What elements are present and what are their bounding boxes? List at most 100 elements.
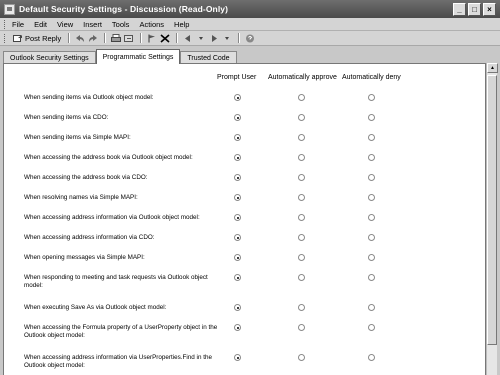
setting-row-label: When sending items via Simple MAPI:: [24, 134, 131, 141]
radio-deny[interactable]: [368, 304, 375, 311]
radio-approve[interactable]: [298, 214, 305, 221]
radio-approve[interactable]: [298, 354, 305, 361]
radio-deny[interactable]: [368, 254, 375, 261]
setting-row-label: When accessing the address book via CDO:: [24, 174, 148, 181]
radio-prompt[interactable]: [234, 94, 241, 101]
forward-icon[interactable]: [87, 33, 98, 43]
setting-row: When opening messages via Simple MAPI:: [24, 254, 484, 262]
radio-approve[interactable]: [298, 134, 305, 141]
setting-row: When accessing address information via C…: [24, 234, 484, 242]
radio-deny[interactable]: [368, 194, 375, 201]
radio-prompt[interactable]: [234, 254, 241, 261]
radio-prompt[interactable]: [234, 154, 241, 161]
setting-row-label: When accessing address information via O…: [24, 214, 200, 221]
toolbar-separator: [238, 33, 241, 43]
toolbar: Post Reply: [0, 31, 500, 46]
radio-deny[interactable]: [368, 94, 375, 101]
post-reply-button[interactable]: Post Reply: [12, 33, 61, 43]
radio-approve[interactable]: [298, 324, 305, 331]
radio-prompt[interactable]: [234, 274, 241, 281]
toolbar-separator: [104, 33, 107, 43]
radio-prompt[interactable]: [234, 324, 241, 331]
minimize-button[interactable]: _: [453, 2, 466, 16]
column-headers: Prompt User Automatically approve Automa…: [4, 74, 484, 84]
flag-icon[interactable]: [146, 33, 157, 43]
setting-row: When accessing address information via U…: [24, 354, 484, 370]
menu-actions[interactable]: Actions: [139, 20, 164, 29]
setting-row-label: When sending items via Outlook object mo…: [24, 94, 154, 101]
vertical-scrollbar[interactable]: ▲: [486, 63, 498, 375]
tab-programmatic-settings[interactable]: Programmatic Settings: [95, 49, 181, 64]
close-button[interactable]: ×: [483, 2, 496, 16]
radio-approve[interactable]: [298, 254, 305, 261]
setting-row: When responding to meeting and task requ…: [24, 274, 484, 290]
radio-approve[interactable]: [298, 234, 305, 241]
next-item-icon[interactable]: [208, 33, 219, 43]
scroll-up-button[interactable]: ▲: [487, 63, 498, 73]
post-reply-label: Post Reply: [25, 33, 62, 43]
dropdown-arrow-icon[interactable]: [221, 33, 232, 43]
radio-approve[interactable]: [298, 194, 305, 201]
menu-tools[interactable]: Tools: [112, 20, 130, 29]
setting-row-label: When accessing address information via U…: [24, 354, 212, 369]
radio-deny[interactable]: [368, 154, 375, 161]
radio-deny[interactable]: [368, 114, 375, 121]
menu-view[interactable]: View: [57, 20, 73, 29]
radio-deny[interactable]: [368, 324, 375, 331]
setting-row: When accessing the address book via Outl…: [24, 154, 484, 162]
radio-prompt[interactable]: [234, 304, 241, 311]
setting-row: When sending items via Outlook object mo…: [24, 94, 484, 102]
scroll-thumb[interactable]: [487, 75, 497, 345]
delete-icon[interactable]: [159, 33, 170, 43]
radio-deny[interactable]: [368, 174, 375, 181]
move-icon[interactable]: [123, 33, 134, 43]
radio-prompt[interactable]: [234, 134, 241, 141]
reply-icon[interactable]: [74, 33, 85, 43]
menubar-grip[interactable]: [4, 19, 8, 29]
column-header-automatically-approve: Automatically approve: [268, 74, 337, 81]
toolbar-grip[interactable]: [4, 33, 8, 43]
setting-row: When resolving names via Simple MAPI:: [24, 194, 484, 202]
radio-approve[interactable]: [298, 154, 305, 161]
print-icon[interactable]: [110, 33, 121, 43]
menu-help[interactable]: Help: [174, 20, 189, 29]
radio-prompt[interactable]: [234, 214, 241, 221]
toolbar-separator: [176, 33, 179, 43]
setting-row-label: When responding to meeting and task requ…: [24, 274, 208, 289]
toolbar-separator: [140, 33, 143, 43]
radio-approve[interactable]: [298, 304, 305, 311]
radio-prompt[interactable]: [234, 234, 241, 241]
setting-row: When accessing the Formula property of a…: [24, 324, 484, 340]
setting-row: When sending items via CDO:: [24, 114, 484, 122]
column-header-automatically-deny: Automatically deny: [342, 74, 401, 81]
setting-row-label: When accessing address information via C…: [24, 234, 155, 241]
radio-approve[interactable]: [298, 114, 305, 121]
radio-prompt[interactable]: [234, 174, 241, 181]
help-icon[interactable]: [244, 33, 255, 43]
maximize-button[interactable]: □: [468, 2, 481, 16]
radio-approve[interactable]: [298, 94, 305, 101]
radio-deny[interactable]: [368, 214, 375, 221]
column-header-prompt-user: Prompt User: [217, 74, 257, 81]
previous-item-icon[interactable]: [182, 33, 193, 43]
radio-deny[interactable]: [368, 134, 375, 141]
radio-approve[interactable]: [298, 274, 305, 281]
toolbar-separator: [68, 33, 71, 43]
radio-deny[interactable]: [368, 354, 375, 361]
setting-row-label: When opening messages via Simple MAPI:: [24, 254, 145, 261]
radio-deny[interactable]: [368, 234, 375, 241]
dropdown-arrow-icon[interactable]: [195, 33, 206, 43]
menu-edit[interactable]: Edit: [34, 20, 47, 29]
menu-bar: File Edit View Insert Tools Actions Help: [0, 18, 500, 31]
menu-file[interactable]: File: [12, 20, 24, 29]
radio-prompt[interactable]: [234, 114, 241, 121]
title-bar: Default Security Settings - Discussion (…: [0, 0, 500, 18]
setting-row-label: When accessing the Formula property of a…: [24, 324, 218, 339]
radio-prompt[interactable]: [234, 354, 241, 361]
window-title: Default Security Settings - Discussion (…: [19, 4, 229, 14]
radio-prompt[interactable]: [234, 194, 241, 201]
radio-deny[interactable]: [368, 274, 375, 281]
menu-insert[interactable]: Insert: [83, 20, 102, 29]
radio-approve[interactable]: [298, 174, 305, 181]
window-icon[interactable]: [4, 3, 15, 15]
